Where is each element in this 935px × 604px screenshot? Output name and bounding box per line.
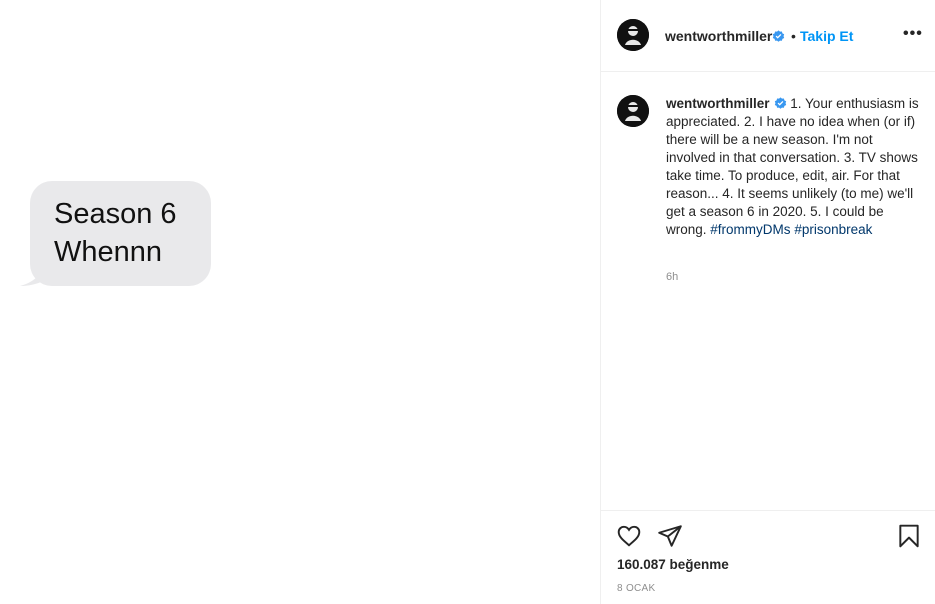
avatar[interactable] — [617, 19, 649, 51]
verified-badge-icon — [774, 97, 786, 109]
likes-count[interactable]: 160.087 beğenme — [617, 557, 729, 572]
avatar-image — [617, 19, 649, 51]
caption-text: 1. Your enthusiasm is appreciated. 2. I … — [666, 96, 919, 237]
verified-badge-icon — [772, 30, 785, 42]
separator-dot: • — [791, 28, 796, 44]
post-date[interactable]: 8 OCAK — [617, 583, 655, 594]
hashtag-frommydms[interactable]: #frommyDMs — [710, 222, 790, 237]
message-line-1: Season 6 — [54, 198, 177, 230]
header-username[interactable]: wentworthmiller — [665, 28, 772, 44]
message-text: Season 6 Whennn — [54, 195, 177, 271]
paper-plane-icon[interactable] — [657, 523, 683, 549]
post-header: wentworthmiller • Takip Et ••• — [601, 0, 935, 72]
message-line-2: Whennn — [54, 236, 163, 268]
post-caption: wentworthmiller 1. Your enthusiasm is ap… — [666, 95, 921, 239]
bookmark-icon[interactable] — [896, 523, 922, 549]
caption-username[interactable]: wentworthmiller — [666, 96, 770, 111]
post-media[interactable]: Season 6 Whennn — [0, 0, 600, 604]
post-actions: 160.087 beğenme 8 OCAK — [601, 510, 935, 604]
avatar-image — [617, 95, 649, 127]
caption-timestamp[interactable]: 6h — [666, 271, 678, 283]
caption-avatar[interactable] — [617, 95, 649, 127]
heart-icon[interactable] — [616, 523, 642, 549]
post-side-panel: wentworthmiller • Takip Et ••• wentworth… — [600, 0, 935, 604]
hashtag-prisonbreak[interactable]: #prisonbreak — [794, 222, 872, 237]
follow-button[interactable]: Takip Et — [800, 28, 853, 44]
more-options-icon[interactable]: ••• — [903, 25, 923, 43]
